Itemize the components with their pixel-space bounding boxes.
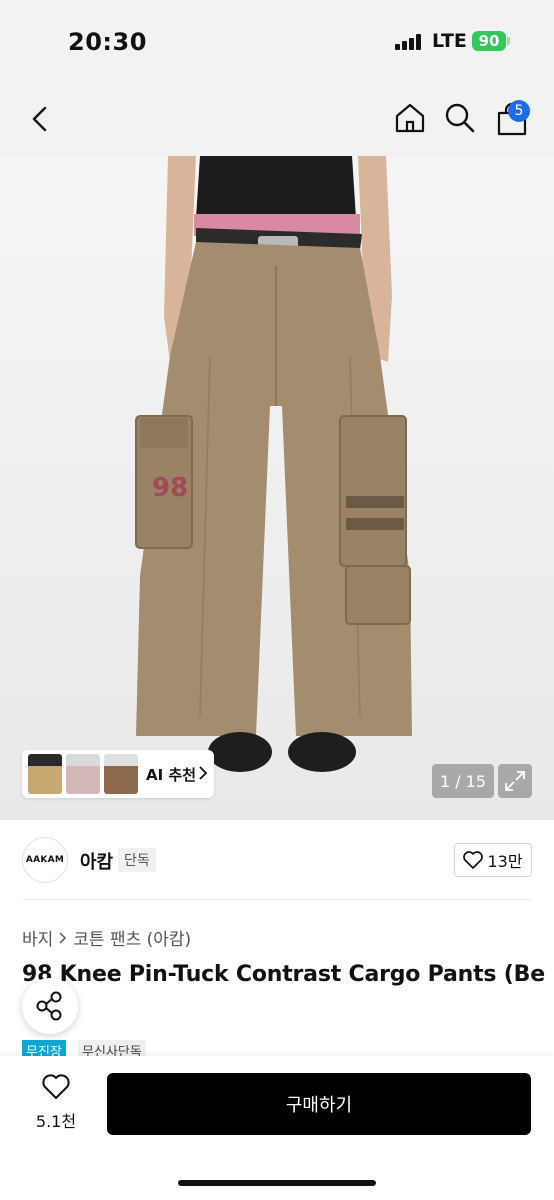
thumbnail-brown[interactable] — [104, 754, 138, 794]
back-icon[interactable] — [26, 104, 56, 134]
product-image[interactable]: 98 — [0, 156, 554, 820]
divider — [22, 899, 532, 900]
wishlist-button[interactable]: 5.1천 — [30, 1074, 82, 1134]
svg-text:98: 98 — [152, 473, 188, 503]
expand-icon — [505, 771, 525, 791]
battery-icon: 90 — [472, 31, 506, 51]
breadcrumb-parent[interactable]: 바지 — [22, 925, 53, 950]
share-icon — [36, 991, 62, 1021]
product-photo-illustration: 98 — [135, 156, 412, 772]
thumbnail-beige[interactable] — [28, 754, 62, 794]
home-indicator — [178, 1180, 376, 1186]
heart-icon — [463, 851, 484, 869]
brand-logo[interactable]: AAKAM — [22, 837, 68, 883]
top-nav — [0, 80, 554, 156]
ai-recommend-chip[interactable]: AI 추천 — [22, 750, 214, 798]
status-time: 20:30 — [68, 28, 147, 56]
home-icon[interactable] — [394, 102, 426, 134]
brand-like-count: 13만 — [487, 852, 523, 871]
ai-recommend-label: AI 추천 — [146, 766, 197, 784]
thumbnail-pink[interactable] — [66, 754, 100, 794]
chevron-right-icon — [199, 766, 208, 780]
expand-button[interactable] — [498, 764, 532, 798]
buy-button[interactable]: 구매하기 — [107, 1073, 531, 1135]
battery-level: 90 — [478, 32, 500, 50]
status-bar: 20:30 LTE 90 — [0, 0, 554, 80]
wishlist-count: 5.1천 — [35, 1112, 77, 1131]
share-button[interactable] — [22, 978, 78, 1034]
brand-like-button[interactable]: 13만 — [454, 843, 532, 877]
search-icon[interactable] — [444, 102, 476, 134]
breadcrumb: 바지 코튼 팬츠 (아캄) — [22, 925, 191, 950]
product-title: 98 Knee Pin-Tuck Contrast Cargo Pants (B… — [22, 962, 545, 987]
network-type: LTE — [432, 30, 467, 52]
image-pager: 1 / 15 — [432, 764, 494, 798]
exclusive-tag: 단독 — [118, 848, 156, 872]
cart-count-badge: 5 — [508, 100, 530, 122]
battery-tip — [507, 37, 510, 45]
breadcrumb-child[interactable]: 코튼 팬츠 (아캄) — [73, 925, 191, 950]
brand-name[interactable]: 아캄 — [80, 848, 113, 874]
chevron-right-icon — [59, 931, 67, 944]
signal-icon — [395, 34, 423, 50]
heart-icon — [42, 1074, 70, 1099]
